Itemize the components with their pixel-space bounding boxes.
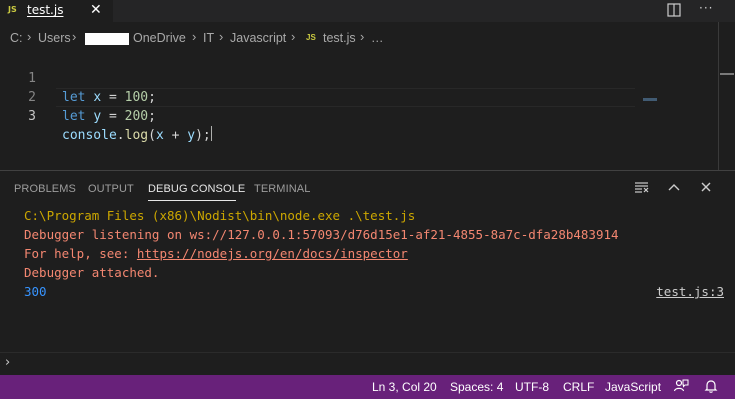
chevron-right-icon: ›: [219, 29, 224, 44]
line-number: 3: [28, 109, 36, 124]
tab-debug-console[interactable]: DEBUG CONSOLE: [148, 183, 245, 195]
console-command-line: C:\Program Files (x86)\Nodist\bin\node.e…: [24, 208, 416, 223]
chevron-right-icon: ›: [5, 355, 11, 370]
close-icon[interactable]: ✕: [90, 1, 102, 19]
text-cursor: [210, 126, 212, 141]
identifier: console: [62, 128, 117, 143]
keyword: let: [62, 109, 86, 124]
console-result: 300: [24, 284, 47, 299]
tab-problems[interactable]: PROBLEMS: [14, 183, 76, 195]
tab-terminal[interactable]: TERMINAL: [254, 183, 310, 195]
breadcrumb-more[interactable]: …: [371, 31, 384, 45]
method-name: log: [124, 128, 149, 143]
status-bar: Ln 3, Col 20 Spaces: 4 UTF-8 CRLF JavaSc…: [0, 375, 735, 399]
console-debugger-attached: Debugger attached.: [24, 265, 160, 280]
feedback-icon[interactable]: [673, 378, 689, 394]
more-actions-icon[interactable]: ···: [699, 1, 713, 15]
code-line: 1 let x = 100;: [0, 50, 640, 105]
help-link[interactable]: https://nodejs.org/en/docs/inspector: [137, 246, 408, 261]
help-prefix: For help, see:: [24, 246, 137, 261]
chevron-right-icon: ›: [291, 29, 296, 44]
indentation[interactable]: Spaces: 4: [450, 380, 503, 394]
number-literal: 200: [124, 109, 149, 124]
breadcrumb-onedrive[interactable]: OneDrive: [133, 31, 186, 45]
clear-console-icon[interactable]: [634, 179, 650, 195]
redacted-username: [85, 33, 129, 45]
console-help-line: For help, see: https://nodejs.org/en/doc…: [24, 244, 408, 263]
tab-test-js[interactable]: JS test.js ✕: [0, 0, 113, 22]
javascript-file-icon: JS: [8, 5, 17, 14]
active-tab-indicator: [148, 200, 236, 201]
source-location-link[interactable]: test.js:3: [656, 282, 724, 301]
split-editor-icon[interactable]: [667, 3, 681, 17]
code-editor[interactable]: 1 let x = 100; 2 let y = 200; 3 console.…: [0, 50, 735, 170]
chevron-right-icon: ›: [27, 29, 32, 44]
code-line: 2 let y = 200;: [0, 69, 640, 124]
chevron-right-icon: ›: [192, 29, 197, 44]
console-debugger-listening: Debugger listening on ws://127.0.0.1:570…: [24, 227, 619, 242]
bottom-panel: PROBLEMS OUTPUT DEBUG CONSOLE TERMINAL C…: [0, 170, 735, 375]
javascript-file-icon: JS: [306, 33, 316, 42]
breadcrumb-file[interactable]: test.js: [323, 31, 356, 45]
cursor-position[interactable]: Ln 3, Col 20: [372, 380, 437, 394]
breadcrumb: C: › Users › OneDrive › IT › Javascript …: [0, 28, 735, 48]
tab-label: test.js: [27, 3, 64, 17]
file-encoding[interactable]: UTF-8: [515, 380, 549, 394]
code-line: 3 console.log(x + y);: [0, 88, 640, 143]
tab-output[interactable]: OUTPUT: [88, 183, 134, 195]
minimap[interactable]: [643, 98, 657, 101]
breadcrumb-it[interactable]: IT: [203, 31, 214, 45]
close-icon[interactable]: [698, 179, 714, 195]
editor-tab-bar: JS test.js ✕ ···: [0, 0, 735, 22]
chevron-up-icon[interactable]: [666, 179, 682, 195]
end-of-line[interactable]: CRLF: [563, 380, 594, 394]
breadcrumb-users[interactable]: Users: [38, 31, 71, 45]
identifier: y: [187, 128, 196, 143]
identifier: y: [93, 109, 102, 124]
breadcrumb-javascript[interactable]: Javascript: [230, 31, 286, 45]
repl-input[interactable]: ›: [0, 352, 735, 375]
language-mode[interactable]: JavaScript: [605, 380, 661, 394]
vertical-scrollbar[interactable]: [718, 22, 719, 170]
bell-icon[interactable]: [703, 378, 719, 394]
overview-ruler-cursor: [720, 73, 734, 75]
chevron-right-icon: ›: [360, 29, 365, 44]
chevron-right-icon: ›: [72, 29, 77, 44]
breadcrumb-drive[interactable]: C:: [10, 31, 23, 45]
identifier: x: [155, 128, 164, 143]
